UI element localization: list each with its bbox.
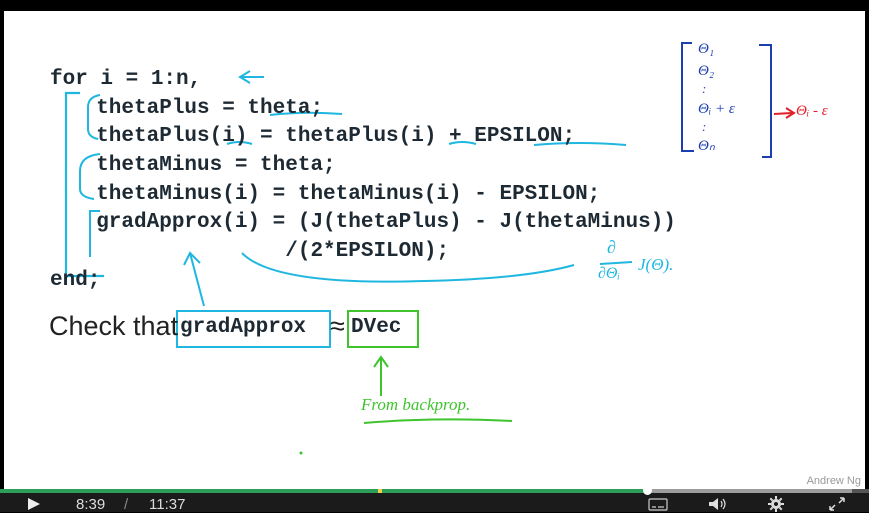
progress-bar[interactable] [0,486,869,495]
code-line-4: thetaMinus = theta; [71,154,336,177]
code-line-8: end; [50,269,101,292]
duration: 11:37 [149,496,186,513]
gradapprox-box: gradApprox [180,316,307,339]
vector-theta-2: Θ₂ [698,63,715,79]
from-backprop-underline [363,418,513,424]
arrow-for [238,70,264,84]
vector-theta-n: Θₙ [698,138,715,154]
j-theta-annotation: J(Θ). [638,255,674,274]
volume-icon[interactable] [708,497,728,511]
chapter-marker [378,489,382,493]
dvec-box: DVec [351,316,402,339]
ink-dot [299,451,303,455]
vector-left-bracket [681,42,694,152]
partial-denominator: ∂Θᵢ [598,265,620,282]
code-line-3: thetaPlus(i) = thetaPlus(i) + EPSILON; [71,125,576,148]
code-line-2: thetaPlus = theta; [71,97,324,120]
code-line-7: /(2*EPSILON); [71,240,450,263]
play-icon[interactable] [27,497,41,511]
time-separator: / [124,496,129,513]
code-line-5: thetaMinus(i) = thetaMinus(i) - EPSILON; [71,183,601,206]
fullscreen-icon[interactable] [829,497,845,511]
fraction-bar [599,261,633,265]
vector-dots-2: : [702,119,707,134]
red-arrow [773,107,796,119]
partial-numerator: ∂ [607,237,616,257]
settings-icon[interactable] [768,496,784,512]
lecture-slide: for i = 1:n, thetaPlus = theta; thetaPlu… [4,11,865,489]
captions-icon[interactable] [648,498,668,511]
code-line-6: gradApprox(i) = (J(thetaPlus) - J(thetaM… [71,211,676,234]
approx-symbol: ≈ [330,311,345,341]
vector-dots-1: : [702,81,707,96]
code-line-1: for i = 1:n, [50,68,202,91]
current-time: 8:39 [76,496,106,513]
author-watermark: Andrew Ng [806,475,861,487]
check-that-text: Check that [49,311,179,341]
vector-right-bracket [759,44,772,158]
vector-theta-i-plus: Θᵢ + ε [698,101,735,117]
vector-theta-1: Θ₁ [698,41,715,57]
theta-minus-annotation: Θᵢ - ε [796,103,828,119]
from-backprop-annotation: From backprop. [361,395,471,414]
green-arrow [373,355,389,396]
played-bar [0,489,648,493]
